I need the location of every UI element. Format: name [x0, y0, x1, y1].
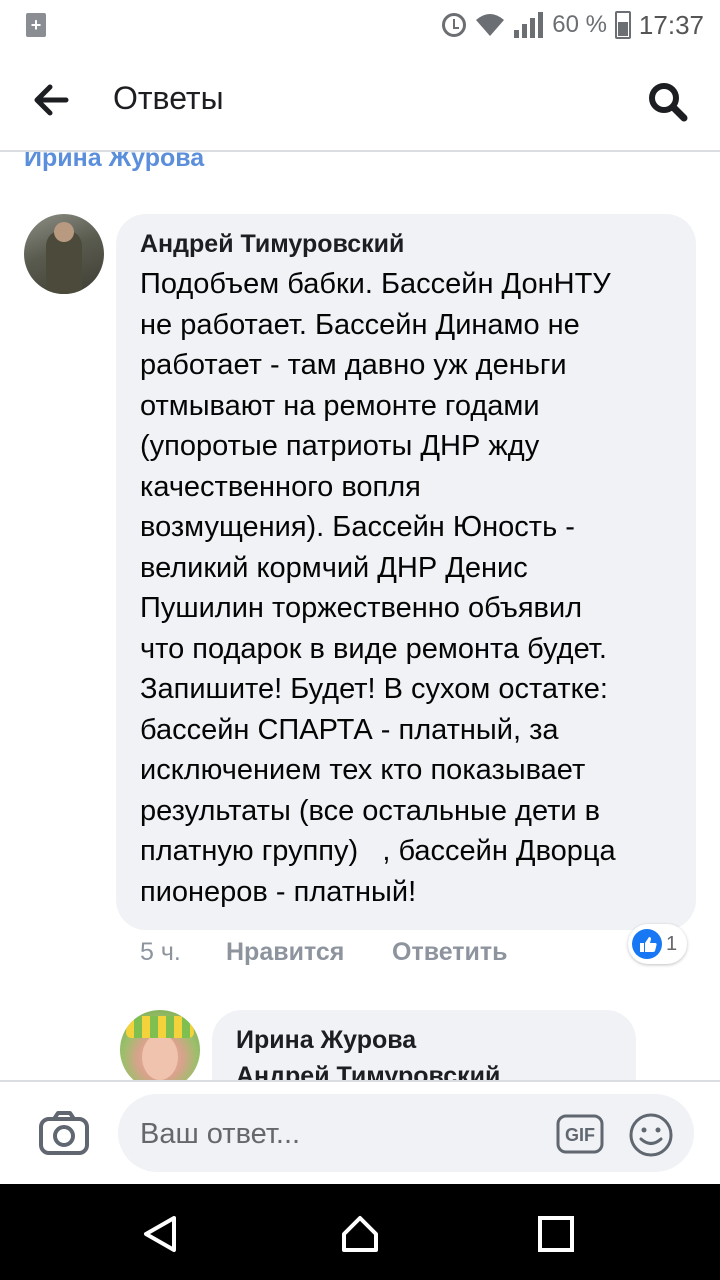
- nav-home-icon: [342, 1216, 378, 1252]
- reply-author[interactable]: Ирина Журова: [236, 1026, 416, 1055]
- avatar[interactable]: [24, 214, 104, 294]
- emoji-button[interactable]: [628, 1112, 674, 1158]
- system-nav-bar: [0, 1184, 720, 1280]
- search-icon: [649, 83, 688, 122]
- reply-composer: Ваш ответ... GIF: [0, 1080, 720, 1186]
- clock: 17:37: [638, 9, 704, 40]
- reactions-badge[interactable]: 1: [628, 924, 688, 964]
- nav-back-icon: [144, 1216, 176, 1252]
- comment-text: Подобъем бабки. Бассейн ДонНТУ не работа…: [140, 268, 616, 908]
- gif-label: GIF: [565, 1125, 595, 1145]
- camera-button[interactable]: [38, 1110, 90, 1156]
- back-arrow-icon: [34, 84, 69, 116]
- avatar-flower-crown: [126, 1016, 194, 1038]
- reply-avatar[interactable]: [120, 1010, 200, 1080]
- emoji-icon: [629, 1113, 673, 1157]
- comment-author[interactable]: Андрей Тимуровский: [140, 230, 404, 259]
- back-button[interactable]: [30, 80, 80, 120]
- nav-recents-button[interactable]: [534, 1212, 578, 1256]
- comment-actions: 5 ч. Нравится Ответить: [140, 934, 508, 970]
- notification-icon: [26, 13, 46, 37]
- reply-button[interactable]: Ответить: [392, 938, 508, 967]
- status-icons: 60 % 17:37: [442, 8, 704, 42]
- battery-percent: 60 %: [552, 11, 607, 38]
- avatar-head: [54, 222, 74, 242]
- page-title: Ответы: [113, 80, 224, 116]
- top-app-bar: Ответы: [0, 50, 720, 152]
- battery-icon: [614, 11, 631, 39]
- like-reaction-icon: [632, 929, 662, 959]
- search-button[interactable]: [646, 80, 690, 124]
- avatar-face: [142, 1034, 178, 1080]
- nav-home-button[interactable]: [338, 1212, 382, 1256]
- comment-bubble[interactable]: Андрей Тимуровский Подобъем бабки. Бассе…: [116, 214, 696, 930]
- wifi-icon: [476, 14, 505, 36]
- gif-button[interactable]: GIF: [556, 1114, 604, 1154]
- alarm-icon: [442, 13, 467, 37]
- nav-recents-icon: [538, 1216, 574, 1252]
- previous-comment-author[interactable]: Ирина Журова: [24, 152, 204, 173]
- reaction-count: 1: [666, 932, 678, 955]
- gif-icon: GIF: [556, 1114, 604, 1154]
- reply-placeholder: Ваш ответ...: [140, 1118, 301, 1150]
- comment-time: 5 ч.: [140, 937, 181, 966]
- reply-bubble[interactable]: Ирина Журова Андрей Тимуровский: [212, 1010, 636, 1080]
- like-button[interactable]: Нравится: [226, 938, 344, 967]
- camera-icon: [39, 1111, 89, 1155]
- nav-back-button[interactable]: [138, 1212, 182, 1256]
- signal-icon: [514, 12, 544, 38]
- replies-thread: Ирина Журова Андрей Тимуровский Подобъем…: [0, 152, 720, 1080]
- reply-mention[interactable]: Андрей Тимуровский: [236, 1062, 500, 1080]
- status-bar: 60 % 17:37: [0, 0, 720, 50]
